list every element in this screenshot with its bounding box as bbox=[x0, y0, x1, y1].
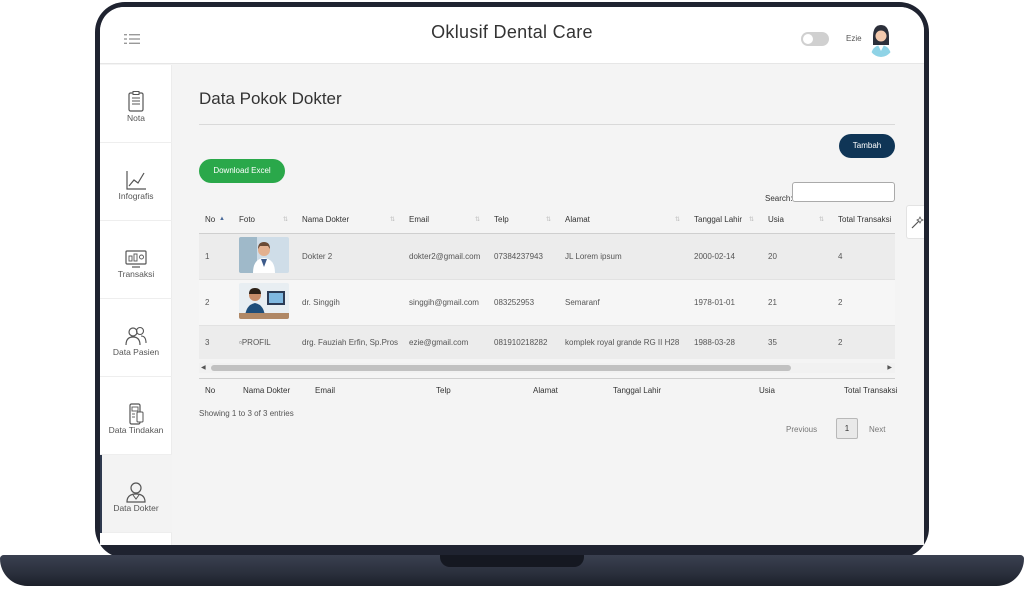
column-header[interactable]: Alamat ⇅ bbox=[559, 207, 688, 234]
settings-tab[interactable] bbox=[906, 205, 924, 239]
search-label: Search: bbox=[765, 194, 793, 203]
theme-toggle[interactable] bbox=[801, 32, 829, 46]
monitor-icon bbox=[125, 250, 147, 268]
footer-column-label: Alamat bbox=[533, 386, 558, 395]
sidebar-item-label: Data Tindakan bbox=[108, 425, 164, 435]
search-input[interactable] bbox=[792, 182, 895, 202]
next-page-button[interactable]: Next bbox=[869, 425, 885, 434]
sidebar-item-label: Data Dokter bbox=[113, 503, 159, 513]
sidebar-item-data-tindakan[interactable]: Data Tindakan bbox=[100, 377, 172, 455]
cell-photo bbox=[233, 279, 296, 326]
sidebar: Nota Infografis Transaksi Data Pasien Da… bbox=[100, 65, 172, 545]
sidebar-item-data-pasien[interactable]: Data Pasien bbox=[100, 299, 172, 377]
column-header[interactable]: Email ⇅ bbox=[403, 207, 488, 234]
column-header[interactable]: Usia ⇅ bbox=[762, 207, 832, 234]
doctor-photo bbox=[239, 283, 289, 319]
table-row[interactable]: 1 Dokter 2 dokter2@gmail.com 07384237943… bbox=[199, 233, 895, 280]
previous-page-button[interactable]: Previous bbox=[786, 425, 817, 434]
sidebar-item-label: Transaksi bbox=[117, 269, 155, 279]
laptop-mockup: Oklusif Dental Care Ezie Nota Infografis… bbox=[0, 0, 1024, 589]
user-name[interactable]: Ezie bbox=[846, 34, 862, 43]
users-icon bbox=[125, 326, 147, 346]
cell-birthdate: 1988-03-28 bbox=[688, 325, 762, 359]
main-content: Data Pokok Dokter Tambah Download Excel … bbox=[172, 65, 924, 545]
page-number-button[interactable]: 1 bbox=[836, 418, 858, 439]
footer-column-label: Tanggal Lahir bbox=[613, 386, 662, 395]
cell-birthdate: 2000-02-14 bbox=[688, 233, 762, 280]
cell-name: Dokter 2 bbox=[296, 233, 403, 280]
cell-age: 35 bbox=[762, 325, 832, 359]
cell-email: dokter2@gmail.com bbox=[403, 233, 488, 280]
column-header[interactable]: Foto ⇅ bbox=[233, 207, 296, 234]
cell-phone: 07384237943 bbox=[488, 233, 559, 280]
add-button[interactable]: Tambah bbox=[839, 134, 895, 158]
avatar[interactable] bbox=[867, 21, 895, 57]
magic-wand-icon bbox=[911, 216, 924, 229]
cell-total: 2 bbox=[832, 325, 895, 359]
cell-age: 20 bbox=[762, 233, 832, 280]
cell-email: ezie@gmail.com bbox=[403, 325, 488, 359]
cell-name: dr. Singgih bbox=[296, 279, 403, 326]
receipt-icon bbox=[128, 91, 144, 112]
column-header[interactable]: Nama Dokter ⇅ bbox=[296, 207, 403, 234]
scroll-left-arrow-icon[interactable]: ◀ bbox=[201, 363, 206, 373]
toggle-knob bbox=[803, 34, 813, 44]
column-header[interactable]: No ▲ bbox=[199, 207, 233, 234]
photo-alt-text: PROFIL bbox=[241, 337, 271, 347]
footer-column-label: Email bbox=[315, 386, 336, 395]
column-header[interactable]: Tanggal Lahir ⇅ bbox=[688, 207, 762, 234]
cell-address: JL Lorem ipsum bbox=[559, 233, 688, 280]
column-header[interactable]: Telp ⇅ bbox=[488, 207, 559, 234]
page-title: Data Pokok Dokter bbox=[199, 89, 342, 108]
scroll-right-arrow-icon[interactable]: ▶ bbox=[887, 363, 892, 373]
sidebar-item-transaksi[interactable]: Transaksi bbox=[100, 221, 172, 299]
cell-phone: 083252953 bbox=[488, 279, 559, 326]
doctor-table: No ▲ Foto ⇅ Nama Dokter ⇅ Email ⇅ Telp ⇅ Alam… bbox=[199, 207, 895, 359]
sidebar-item-nota[interactable]: Nota bbox=[100, 65, 172, 143]
cell-no: 1 bbox=[199, 233, 233, 280]
cell-age: 21 bbox=[762, 279, 832, 326]
footer-column-label: Telp bbox=[436, 386, 451, 395]
footer-column-label: Nama Dokter bbox=[243, 386, 291, 395]
cell-photo: ▫PROFIL bbox=[233, 325, 296, 359]
chart-line-icon bbox=[126, 171, 146, 190]
cell-birthdate: 1978-01-01 bbox=[688, 279, 762, 326]
sidebar-item-infografis[interactable]: Infografis bbox=[100, 143, 172, 221]
cell-photo bbox=[233, 233, 296, 280]
footer-column-label: Total Transaksi bbox=[844, 386, 898, 395]
table-info: Showing 1 to 3 of 3 entries bbox=[199, 409, 294, 418]
title-divider bbox=[199, 124, 895, 125]
sidebar-item-label: Nota bbox=[127, 113, 145, 123]
cell-no: 2 bbox=[199, 279, 233, 326]
cell-name: drg. Fauziah Erfin, Sp.Pros bbox=[296, 325, 403, 359]
cell-no: 3 bbox=[199, 325, 233, 359]
download-excel-button[interactable]: Download Excel bbox=[199, 159, 285, 183]
laptop-notch bbox=[440, 555, 584, 567]
column-header[interactable]: Total Transaksi bbox=[832, 207, 895, 234]
cell-total: 4 bbox=[832, 233, 895, 280]
sidebar-item-label: Data Pasien bbox=[112, 347, 160, 357]
cell-total: 2 bbox=[832, 279, 895, 326]
cell-email: singgih@gmail.com bbox=[403, 279, 488, 326]
footer-column-label: Usia bbox=[759, 386, 776, 395]
scrollbar-thumb[interactable] bbox=[211, 365, 791, 371]
table-header-row: No ▲ Foto ⇅ Nama Dokter ⇅ Email ⇅ Telp ⇅ Alam… bbox=[199, 207, 895, 234]
app-screen: Oklusif Dental Care Ezie Nota Infografis… bbox=[100, 7, 924, 545]
cell-address: Semaranf bbox=[559, 279, 688, 326]
horizontal-scrollbar[interactable]: ◀ ▶ bbox=[199, 363, 895, 373]
footer-column-label: No bbox=[205, 386, 216, 395]
sidebar-item-label: Infografis bbox=[118, 191, 154, 201]
table-footer-row: No Nama Dokter Email Telp Alamat Tanggal… bbox=[199, 378, 898, 400]
doctor-photo bbox=[239, 237, 289, 273]
doctor-icon bbox=[126, 482, 146, 503]
sidebar-item-data-dokter[interactable]: Data Dokter bbox=[100, 455, 172, 533]
table-row[interactable]: 3 ▫PROFIL drg. Fauziah Erfin, Sp.Pros ez… bbox=[199, 325, 895, 359]
top-bar: Oklusif Dental Care Ezie bbox=[100, 7, 924, 64]
cell-address: komplek royal grande RG II H28 bbox=[559, 325, 688, 359]
table-row[interactable]: 2 dr. Singgih singgih@gmail.com 08325295… bbox=[199, 279, 895, 326]
cell-phone: 081910218282 bbox=[488, 325, 559, 359]
device-icon bbox=[129, 403, 144, 425]
